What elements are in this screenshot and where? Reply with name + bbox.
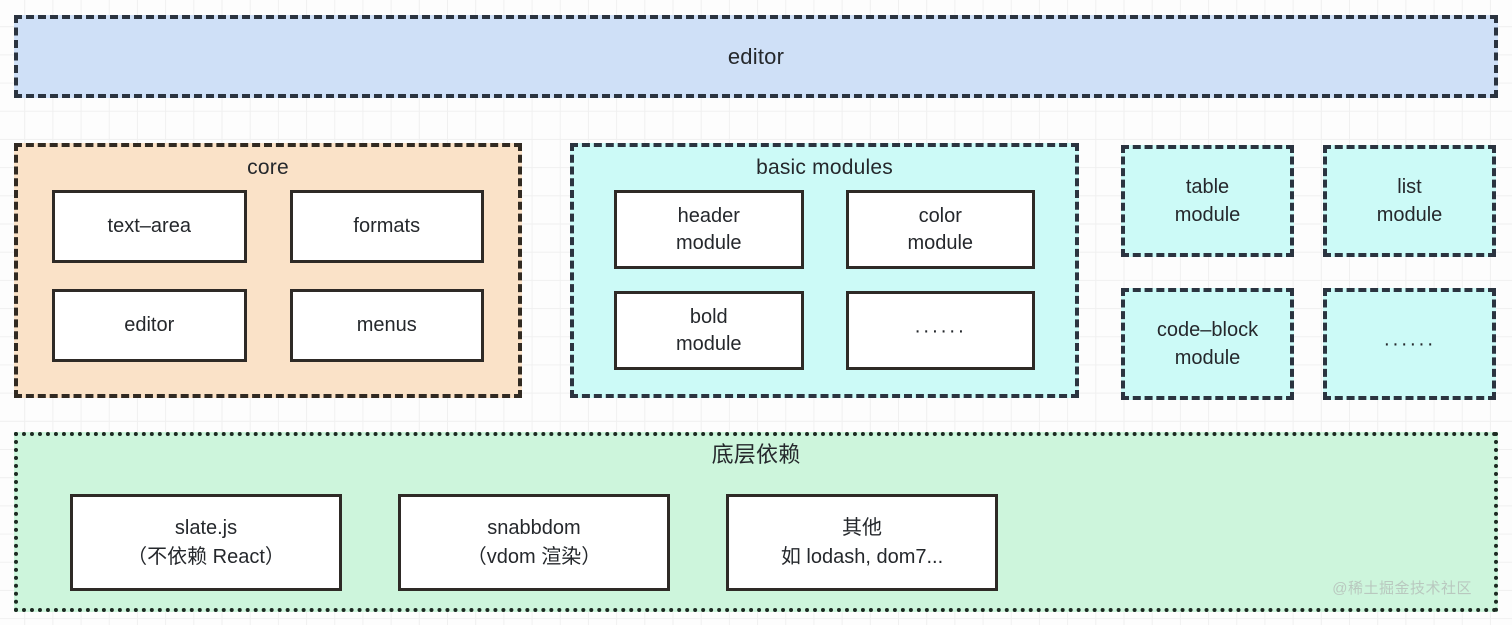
module-box-code-block: code–block module — [1121, 288, 1294, 400]
base-dependencies-card-row: slate.js （不依赖 React） snabbdom （vdom 渲染） … — [70, 494, 998, 591]
basic-card-color-module-line-1: color — [918, 204, 962, 227]
dependency-card-slate-js-line-1: slate.js — [174, 516, 238, 539]
module-box-list: list module — [1323, 145, 1496, 257]
module-box-ellipsis: ······ — [1323, 288, 1496, 400]
core-card-text-area-line-1: text–area — [107, 215, 191, 237]
module-box-table: table module — [1121, 145, 1294, 257]
core-group-box: core text–area formats editor menus — [14, 143, 522, 398]
core-card-editor-line-1: editor — [124, 314, 175, 336]
base-dependencies-group-label: 底层依赖 — [711, 442, 801, 467]
core-card-grid: text–area formats editor menus — [18, 178, 518, 378]
base-dependencies-group-box: 底层依赖 slate.js （不依赖 React） snabbdom （vdom… — [14, 432, 1498, 612]
core-card-editor: editor — [52, 289, 247, 362]
basic-card-color-module-line-2: module — [907, 231, 974, 254]
watermark-label: @稀土掘金技术社区 — [1332, 580, 1472, 597]
basic-card-header-module: header module — [614, 190, 804, 269]
dependency-card-slate-js-line-2: （不依赖 React） — [127, 545, 285, 568]
core-card-formats-line-1: formats — [353, 215, 421, 237]
dependency-card-other: 其他 如 lodash, dom7... — [726, 494, 998, 591]
module-box-ellipsis-line-1: ······ — [1383, 333, 1436, 355]
module-box-list-line-1: list — [1397, 176, 1422, 198]
module-box-code-block-line-1: code–block — [1156, 319, 1259, 341]
core-group-label: core — [247, 156, 289, 179]
core-card-formats: formats — [289, 190, 484, 263]
editor-layer-box: editor — [14, 15, 1498, 98]
module-box-list-line-2: module — [1376, 204, 1443, 226]
basic-card-header-module-line-2: module — [675, 231, 742, 254]
basic-modules-card-grid: header module color module bold module ·… — [574, 178, 1075, 386]
dependency-card-other-line-1: 其他 — [842, 516, 882, 539]
basic-card-bold-module-line-1: bold — [689, 305, 728, 328]
basic-card-color-module: color module — [845, 190, 1035, 269]
module-box-code-block-line-2: module — [1174, 347, 1241, 369]
basic-card-bold-module: bold module — [614, 291, 804, 370]
basic-modules-group-box: basic modules header module color module… — [570, 143, 1079, 398]
basic-card-bold-module-line-2: module — [675, 332, 742, 355]
core-card-menus-line-1: menus — [356, 314, 417, 336]
module-box-table-line-1: table — [1185, 176, 1230, 198]
basic-card-header-module-line-1: header — [677, 204, 740, 227]
dependency-card-other-line-2: 如 lodash, dom7... — [780, 545, 944, 568]
dependency-card-snabbdom: snabbdom （vdom 渲染） — [398, 494, 670, 591]
dependency-card-slate-js: slate.js （不依赖 React） — [70, 494, 342, 591]
editor-layer-label: editor — [727, 43, 785, 69]
dependency-card-snabbdom-line-1: snabbdom — [487, 516, 581, 539]
module-box-table-line-2: module — [1174, 204, 1241, 226]
basic-card-ellipsis: ······ — [845, 291, 1035, 370]
dependency-card-snabbdom-line-2: （vdom 渲染） — [466, 545, 602, 568]
basic-card-ellipsis-line-1: ······ — [914, 319, 967, 342]
architecture-diagram-canvas: editor core text–area formats editor men… — [0, 0, 1512, 625]
basic-modules-group-label: basic modules — [756, 156, 893, 179]
core-card-menus: menus — [289, 289, 484, 362]
core-card-text-area: text–area — [52, 190, 247, 263]
